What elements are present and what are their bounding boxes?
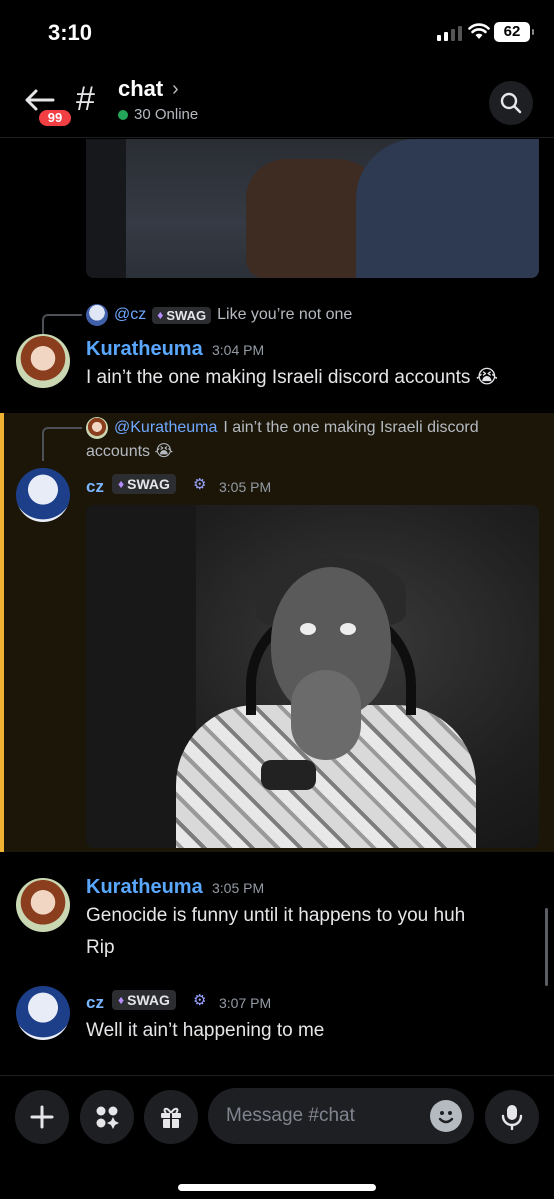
flame-icon: ♦: [157, 308, 164, 322]
image-attachment[interactable]: [86, 139, 539, 278]
voice-button[interactable]: [485, 1090, 539, 1144]
message-text: Rip: [86, 937, 115, 958]
reply-text: I ain’t the one making Israeli discord: [223, 419, 479, 436]
author-name[interactable]: cz: [86, 993, 104, 1013]
avatar[interactable]: [16, 878, 70, 932]
plus-icon: [30, 1105, 54, 1129]
apps-icon: [96, 1106, 119, 1129]
scrollbar[interactable]: [545, 908, 548, 986]
timestamp: 3:07 PM: [219, 995, 272, 1011]
message-text: Genocide is funny until it happens to yo…: [86, 905, 466, 926]
guild-tag: ♦ SWAG: [112, 990, 176, 1010]
reply-text-continued: accounts 😭: [86, 443, 174, 460]
reply-mention: @Kuratheuma: [114, 419, 218, 436]
add-button[interactable]: [15, 1090, 69, 1144]
reply-preview[interactable]: @cz ♦ SWAG Like you’re not one: [86, 304, 352, 326]
timestamp: 3:05 PM: [212, 880, 265, 896]
emoji-icon[interactable]: [430, 1100, 462, 1132]
home-indicator[interactable]: [178, 1184, 376, 1191]
apps-button[interactable]: [80, 1090, 134, 1144]
message-placeholder: Message #chat: [226, 1105, 355, 1126]
avatar[interactable]: [16, 986, 70, 1040]
reply-connector: [42, 427, 82, 461]
avatar: [86, 417, 108, 439]
signal-icon: [437, 25, 462, 41]
guild-tag: ♦ SWAG: [152, 306, 212, 324]
channel-header: 99 # chat › 30 Online: [0, 66, 554, 138]
search-icon: [500, 92, 522, 114]
online-dot-icon: [118, 109, 128, 120]
microphone-icon: [501, 1105, 523, 1131]
online-text: 30 Online: [134, 106, 199, 123]
flame-icon: ♦: [118, 993, 125, 1007]
author-name[interactable]: cz: [86, 477, 104, 497]
composer-bar: Message #chat: [0, 1075, 554, 1199]
status-time: 3:10: [48, 20, 93, 45]
author-name[interactable]: Kuratheuma: [86, 338, 203, 361]
wifi-icon: [468, 23, 490, 39]
bot-badge-icon: ⚙: [193, 992, 207, 1009]
reply-mention: @cz: [114, 306, 147, 323]
battery-icon: 62: [494, 22, 534, 42]
flame-icon: ♦: [118, 477, 125, 491]
status-bar: 3:10 62: [0, 0, 554, 66]
avatar[interactable]: [16, 468, 70, 522]
avatar[interactable]: [16, 334, 70, 388]
bot-badge-icon: ⚙: [193, 476, 207, 493]
guild-tag: ♦ SWAG: [112, 474, 176, 494]
reply-text: Like you’re not one: [217, 306, 353, 323]
message-text: I ain’t the one making Israeli discord a…: [86, 367, 498, 388]
online-count: 30 Online: [118, 106, 198, 123]
search-button[interactable]: [489, 81, 533, 125]
reply-preview[interactable]: @Kuratheuma I ain’t the one making Israe…: [86, 417, 479, 439]
timestamp: 3:05 PM: [219, 479, 272, 495]
chevron-right-icon[interactable]: ›: [172, 78, 179, 101]
gif-attachment[interactable]: [86, 505, 539, 848]
unread-badge: 99: [36, 107, 74, 129]
gift-button[interactable]: [144, 1090, 198, 1144]
gift-icon: [161, 1107, 181, 1128]
avatar: [86, 304, 108, 326]
author-name[interactable]: Kuratheuma: [86, 876, 203, 899]
timestamp: 3:04 PM: [212, 342, 265, 358]
channel-name[interactable]: chat: [118, 76, 163, 102]
message-text: Well it ain’t happening to me: [86, 1020, 325, 1041]
hash-icon: #: [76, 80, 95, 118]
message-input[interactable]: Message #chat: [208, 1088, 474, 1144]
reply-connector: [42, 314, 82, 336]
